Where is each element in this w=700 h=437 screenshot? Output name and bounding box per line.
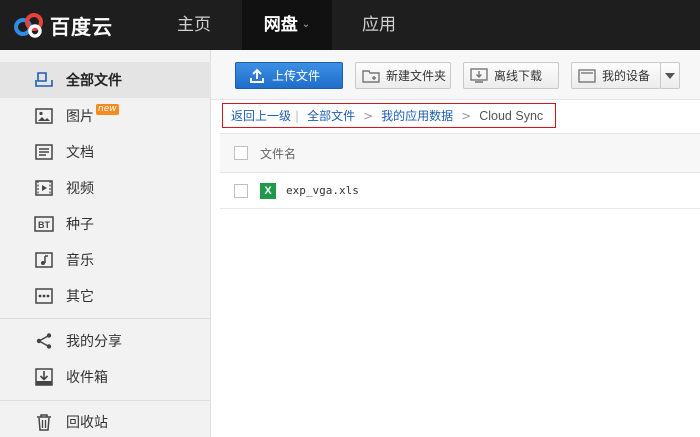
- device-dropdown-button[interactable]: [660, 62, 680, 89]
- new-folder-icon: [362, 68, 380, 84]
- torrent-icon: BT: [34, 214, 54, 234]
- sidebar-divider: [0, 318, 211, 319]
- nav-home-label: 主页: [177, 15, 211, 35]
- sidebar-item-label: 种子: [66, 217, 94, 233]
- sidebar-item-label: 视频: [66, 181, 94, 197]
- music-icon: [34, 250, 54, 270]
- nav-apps-label: 应用: [362, 15, 396, 35]
- breadcrumb-all-files[interactable]: 全部文件: [307, 107, 355, 124]
- breadcrumb-current: Cloud Sync: [479, 108, 544, 123]
- toolbar: 上传文件 新建文件夹 离线下载 我的设备: [211, 50, 700, 100]
- logo-text: 百度云: [50, 14, 113, 39]
- sidebar-item-label: 全部文件: [66, 73, 122, 89]
- sidebar-item-label: 其它: [66, 289, 94, 305]
- sidebar-item-label: 文档: [66, 145, 94, 161]
- upload-button[interactable]: 上传文件: [235, 62, 343, 89]
- sidebar-item-documents[interactable]: 文档: [0, 134, 211, 170]
- table-row[interactable]: X exp_vga.xls: [220, 173, 700, 209]
- offline-download-button-label: 离线下载: [494, 69, 543, 83]
- breadcrumb-divider: |: [295, 108, 300, 123]
- cloud-logo-icon: [14, 13, 43, 38]
- new-folder-button[interactable]: 新建文件夹: [355, 62, 451, 89]
- caret-down-icon: [665, 72, 675, 79]
- baidu-cloud-logo[interactable]: 百度云: [12, 10, 113, 40]
- inbox-icon: [34, 367, 54, 387]
- breadcrumb-separator: >: [461, 108, 472, 123]
- sidebar-item-all-files[interactable]: 全部文件: [0, 62, 211, 98]
- nav-home[interactable]: 主页: [158, 0, 230, 50]
- other-icon: [34, 286, 54, 306]
- upload-button-label: 上传文件: [272, 69, 321, 83]
- sidebar-item-music[interactable]: 音乐: [0, 242, 211, 278]
- nav-netdisk-label: 网盘: [263, 15, 298, 35]
- trash-icon: [34, 412, 54, 432]
- breadcrumb-app-data[interactable]: 我的应用数据: [381, 107, 453, 124]
- my-device-button-label: 我的设备: [602, 69, 651, 83]
- nav-apps[interactable]: 应用: [344, 0, 414, 50]
- breadcrumb-separator: >: [363, 108, 374, 123]
- new-folder-button-label: 新建文件夹: [386, 69, 447, 83]
- offline-download-button[interactable]: 离线下载: [463, 62, 559, 89]
- my-device-button[interactable]: 我的设备: [571, 62, 661, 89]
- all-files-icon: [34, 70, 54, 90]
- file-table-header: 文件名: [220, 133, 700, 173]
- sidebar-divider: [0, 400, 211, 401]
- filename-column-header[interactable]: 文件名: [260, 145, 296, 162]
- document-icon: [34, 142, 54, 162]
- sidebar-item-label: 我的分享: [66, 334, 122, 350]
- sidebar-item-torrents[interactable]: BT 种子: [0, 206, 211, 242]
- device-icon: [578, 68, 596, 84]
- sidebar-item-label: 图片: [66, 109, 94, 125]
- sidebar-item-label: 回收站: [66, 415, 108, 431]
- sidebar-item-videos[interactable]: 视频: [0, 170, 211, 206]
- file-name[interactable]: exp_vga.xls: [286, 184, 359, 197]
- video-icon: [34, 178, 54, 198]
- sidebar-item-label: 收件箱: [66, 370, 108, 386]
- excel-file-icon: X: [260, 182, 276, 199]
- offline-download-icon: [470, 67, 488, 84]
- sidebar-item-recycle-bin[interactable]: 回收站: [0, 404, 211, 437]
- sidebar-item-other[interactable]: 其它: [0, 278, 211, 314]
- upload-icon: [248, 68, 266, 84]
- sidebar-item-inbox[interactable]: 收件箱: [0, 359, 211, 395]
- back-link[interactable]: 返回上一级: [231, 107, 291, 124]
- top-nav-bar: 百度云 主页 网盘 ⌄ 应用: [0, 0, 700, 50]
- nav-netdisk[interactable]: 网盘 ⌄: [242, 0, 332, 50]
- chevron-down-icon: ⌄: [301, 19, 311, 30]
- share-icon: [34, 331, 54, 351]
- breadcrumb: 返回上一级 | 全部文件 > 我的应用数据 > Cloud Sync: [222, 103, 556, 128]
- image-icon: [34, 106, 54, 126]
- sidebar-item-my-shares[interactable]: 我的分享: [0, 323, 211, 359]
- sidebar: 全部文件 图片 new 文档 视频 BT 种子 音乐 其它 我的分享 收件箱 回…: [0, 50, 211, 437]
- sidebar-item-images[interactable]: 图片 new: [0, 98, 211, 134]
- new-badge: new: [96, 103, 119, 115]
- svg-text:BT: BT: [38, 220, 50, 230]
- sidebar-item-label: 音乐: [66, 253, 94, 269]
- select-all-checkbox[interactable]: [234, 146, 248, 160]
- row-checkbox[interactable]: [234, 183, 248, 198]
